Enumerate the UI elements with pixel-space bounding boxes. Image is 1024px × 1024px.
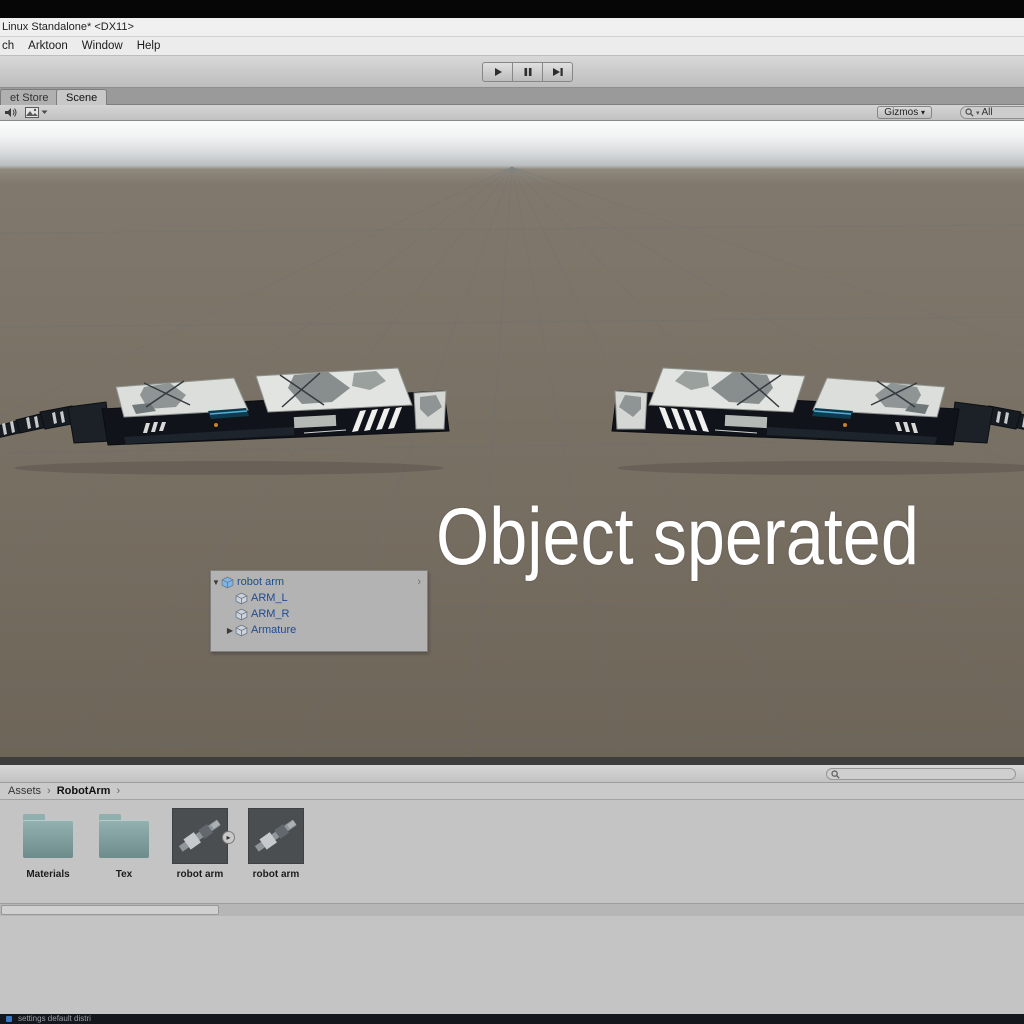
asset-robot-arm-model[interactable]: ▸ robot arm	[170, 808, 230, 880]
menu-bar: ch Arktoon Window Help	[0, 37, 1024, 56]
asset-label: robot arm	[246, 869, 306, 880]
menu-item-help[interactable]: Help	[137, 40, 169, 52]
magnifier-icon	[965, 108, 974, 117]
hierarchy-item-arm-l[interactable]: ARM_L	[211, 590, 427, 606]
asset-label: Materials	[18, 869, 78, 880]
expand-asset-button[interactable]: ▸	[222, 831, 235, 844]
chevron-down-icon	[41, 110, 48, 115]
prefab-cube-icon	[221, 576, 234, 589]
asset-label: robot arm	[170, 869, 230, 880]
hierarchy-item-armature[interactable]: ▶ Armature	[211, 622, 427, 638]
hierarchy-item-robot-arm[interactable]: ▼ robot arm ›	[211, 574, 427, 590]
main-toolbar	[0, 56, 1024, 88]
asset-tex-folder[interactable]: Tex	[94, 808, 154, 880]
gizmos-label: Gizmos	[884, 107, 918, 118]
model-thumbnail	[248, 808, 304, 864]
mesh-cube-icon	[235, 624, 248, 637]
breadcrumb-robotarm[interactable]: RobotArm	[57, 785, 111, 797]
asset-robot-arm-prefab[interactable]: robot arm	[246, 808, 306, 880]
menu-item-window[interactable]: Window	[82, 40, 131, 52]
image-icon	[25, 107, 39, 118]
breadcrumb-assets[interactable]: Assets	[8, 785, 41, 797]
gizmos-dropdown[interactable]: Gizmos ▾	[877, 106, 932, 119]
chevron-down-icon: ▾	[976, 109, 980, 117]
effects-dropdown[interactable]	[25, 107, 48, 118]
hierarchy-item-label: robot arm	[237, 576, 284, 588]
status-bar: settings default distri	[0, 1014, 1024, 1024]
pause-button[interactable]	[512, 62, 543, 82]
pause-icon	[523, 67, 533, 77]
scene-view-toolbar: Gizmos ▾ ▾ All	[0, 105, 1024, 121]
window-top-strip	[0, 0, 1024, 18]
window-title: Linux Standalone* <DX11>	[0, 18, 1024, 37]
chevron-down-icon: ▾	[921, 108, 925, 117]
robot-arm-left-model[interactable]	[0, 365, 459, 480]
project-panel-header	[0, 765, 1024, 783]
scene-search-scope: All	[982, 107, 993, 118]
scene-search-input[interactable]: ▾ All	[960, 106, 1024, 119]
view-tab-bar: et Store Scene	[0, 88, 1024, 105]
speaker-icon[interactable]	[4, 107, 17, 118]
foldout-caret-icon[interactable]: ▼	[211, 578, 221, 587]
asset-materials-folder[interactable]: Materials	[18, 808, 78, 880]
robot-arm-right-model[interactable]	[602, 365, 1024, 480]
magnifier-icon	[831, 770, 840, 779]
tab-asset-store[interactable]: et Store	[0, 89, 59, 105]
chevron-right-icon: ›	[47, 785, 51, 797]
hierarchy-item-label: Armature	[251, 624, 296, 636]
unity-editor-window: Linux Standalone* <DX11> ch Arktoon Wind…	[0, 0, 1024, 1024]
status-text: settings default distri	[18, 1014, 91, 1024]
horizontal-scrollbar[interactable]	[0, 903, 1024, 916]
scene-viewport[interactable]: Object sperated ▼ robot arm › ARM_L	[0, 121, 1024, 757]
play-button[interactable]	[482, 62, 513, 82]
chevron-right-icon: ›	[116, 785, 120, 797]
mesh-cube-icon	[235, 592, 248, 605]
project-search-input[interactable]	[826, 768, 1016, 780]
panel-divider[interactable]	[0, 757, 1024, 765]
folder-icon	[23, 820, 73, 858]
chevron-right-icon: ›	[417, 576, 421, 588]
asset-label: Tex	[94, 869, 154, 880]
status-icon	[6, 1016, 12, 1022]
step-button[interactable]	[542, 62, 573, 82]
menu-item-arktoon[interactable]: Arktoon	[28, 40, 76, 52]
hierarchy-popup: ▼ robot arm › ARM_L ARM_R	[210, 570, 428, 652]
hierarchy-item-label: ARM_R	[251, 608, 290, 620]
tab-scene[interactable]: Scene	[56, 89, 107, 105]
hierarchy-item-label: ARM_L	[251, 592, 288, 604]
breadcrumb: Assets › RobotArm ›	[0, 783, 1024, 800]
foldout-caret-icon[interactable]: ▶	[225, 626, 235, 635]
hierarchy-item-arm-r[interactable]: ARM_R	[211, 606, 427, 622]
folder-icon	[99, 820, 149, 858]
overlay-caption: Object sperated	[436, 497, 958, 578]
menu-item-ch[interactable]: ch	[2, 40, 22, 52]
model-thumbnail	[172, 808, 228, 864]
play-icon	[493, 67, 503, 77]
step-icon	[552, 67, 564, 77]
scrollbar-thumb[interactable]	[1, 905, 219, 915]
mesh-cube-icon	[235, 608, 248, 621]
transport-controls	[482, 62, 573, 82]
